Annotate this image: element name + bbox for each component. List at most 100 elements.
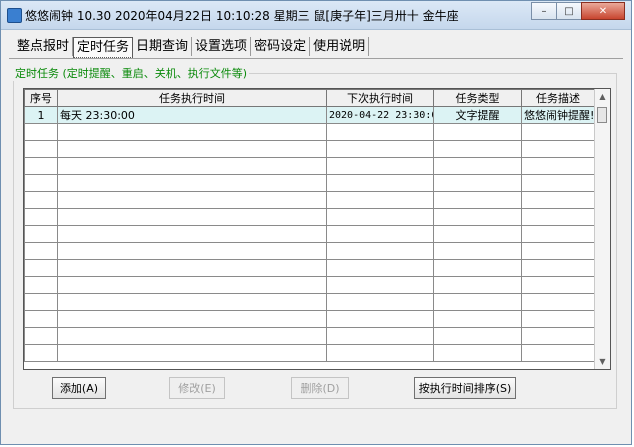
table-row[interactable] xyxy=(24,123,595,141)
cell-exec-time xyxy=(57,174,327,192)
tab-help[interactable]: 使用说明 xyxy=(310,37,370,56)
cell-next-time xyxy=(326,174,434,192)
scroll-down-icon[interactable]: ▼ xyxy=(595,354,610,369)
table-row[interactable] xyxy=(24,174,595,192)
cell-description xyxy=(521,310,595,328)
cell-next-time xyxy=(326,242,434,260)
cell-description xyxy=(521,276,595,294)
table-row[interactable] xyxy=(24,242,595,260)
cell-description xyxy=(521,208,595,226)
table-header-row: 序号 任务执行时间 下次执行时间 任务类型 任务描述 xyxy=(24,89,595,107)
cell-description xyxy=(521,140,595,158)
table-row[interactable]: 1 每天 23:30:00 2020-04-22 23:30:00 文字提醒 悠悠闹钟提… xyxy=(24,106,595,124)
cell-task-type xyxy=(433,157,522,175)
cell-exec-time xyxy=(57,327,327,345)
table-row[interactable] xyxy=(24,225,595,243)
close-button[interactable]: ✕ xyxy=(581,2,625,20)
cell-index xyxy=(24,327,58,345)
cell-index xyxy=(24,276,58,294)
table-row[interactable] xyxy=(24,293,595,311)
minimize-button[interactable]: – xyxy=(531,2,557,20)
cell-exec-time xyxy=(57,276,327,294)
table-row[interactable] xyxy=(24,140,595,158)
cell-exec-time xyxy=(57,191,327,209)
col-header-index[interactable]: 序号 xyxy=(24,89,58,107)
col-header-next-time[interactable]: 下次执行时间 xyxy=(326,89,434,107)
cell-task-type xyxy=(433,276,522,294)
tab-strip: 整点报时 定时任务 日期查询 设置选项 密码设定 使用说明 xyxy=(14,37,370,58)
table-row[interactable] xyxy=(24,310,595,328)
cell-description xyxy=(521,293,595,311)
cell-exec-time xyxy=(57,123,327,141)
cell-next-time xyxy=(326,344,434,362)
col-header-task-type[interactable]: 任务类型 xyxy=(433,89,522,107)
tab-password[interactable]: 密码设定 xyxy=(251,37,311,56)
cell-description xyxy=(521,242,595,260)
cell-index xyxy=(24,293,58,311)
cell-index xyxy=(24,310,58,328)
window-title: 悠悠闹钟 10.30 2020年04月22日 10:10:28 星期三 鼠[庚子… xyxy=(25,9,459,23)
cell-next-time xyxy=(326,276,434,294)
col-header-exec-time[interactable]: 任务执行时间 xyxy=(57,89,327,107)
cell-next-time xyxy=(326,310,434,328)
tab-scheduled-tasks[interactable]: 定时任务 xyxy=(73,37,134,58)
col-header-description[interactable]: 任务描述 xyxy=(521,89,595,107)
cell-exec-time xyxy=(57,344,327,362)
cell-task-type xyxy=(433,123,522,141)
cell-next-time xyxy=(326,191,434,209)
cell-task-type xyxy=(433,208,522,226)
cell-description xyxy=(521,174,595,192)
cell-description xyxy=(521,344,595,362)
table-row[interactable] xyxy=(24,208,595,226)
tab-hourly-chime[interactable]: 整点报时 xyxy=(14,37,74,56)
cell-task-type xyxy=(433,344,522,362)
sort-button[interactable]: 按执行时间排序(S) xyxy=(414,377,516,399)
scroll-up-icon[interactable]: ▲ xyxy=(595,89,610,104)
cell-next-time: 2020-04-22 23:30:00 xyxy=(326,106,434,124)
maximize-button[interactable]: □ xyxy=(556,2,582,20)
cell-task-type xyxy=(433,174,522,192)
cell-description xyxy=(521,191,595,209)
cell-description xyxy=(521,225,595,243)
title-bar[interactable]: 悠悠闹钟 10.30 2020年04月22日 10:10:28 星期三 鼠[庚子… xyxy=(1,1,631,30)
cell-next-time xyxy=(326,259,434,277)
cell-description xyxy=(521,259,595,277)
app-window: 悠悠闹钟 10.30 2020年04月22日 10:10:28 星期三 鼠[庚子… xyxy=(0,0,632,445)
table-row[interactable] xyxy=(24,344,595,362)
tab-divider xyxy=(9,58,623,59)
cell-next-time xyxy=(326,140,434,158)
cell-description xyxy=(521,123,595,141)
table-row[interactable] xyxy=(24,327,595,345)
table-row[interactable] xyxy=(24,191,595,209)
cell-task-type xyxy=(433,242,522,260)
add-button[interactable]: 添加(A) xyxy=(52,377,106,399)
cell-index xyxy=(24,259,58,277)
cell-exec-time xyxy=(57,140,327,158)
tab-date-query[interactable]: 日期查询 xyxy=(133,37,193,56)
task-list[interactable]: 序号 任务执行时间 下次执行时间 任务类型 任务描述 1 每天 23:30:00 2… xyxy=(23,88,611,370)
delete-button[interactable]: 删除(D) xyxy=(291,377,349,399)
vertical-scrollbar[interactable]: ▲ ▼ xyxy=(594,89,610,369)
cell-description xyxy=(521,157,595,175)
scroll-thumb[interactable] xyxy=(597,107,607,123)
cell-next-time xyxy=(326,157,434,175)
cell-index xyxy=(24,174,58,192)
cell-task-type xyxy=(433,327,522,345)
cell-exec-time xyxy=(57,293,327,311)
cell-exec-time xyxy=(57,157,327,175)
cell-exec-time xyxy=(57,242,327,260)
table-row[interactable] xyxy=(24,276,595,294)
edit-button[interactable]: 修改(E) xyxy=(169,377,225,399)
cell-description: 悠悠闹钟提醒! xyxy=(521,106,595,124)
cell-exec-time xyxy=(57,310,327,328)
cell-task-type xyxy=(433,259,522,277)
cell-next-time xyxy=(326,293,434,311)
table-row[interactable] xyxy=(24,157,595,175)
cell-index xyxy=(24,157,58,175)
tab-settings[interactable]: 设置选项 xyxy=(192,37,252,56)
table-row[interactable] xyxy=(24,259,595,277)
cell-task-type xyxy=(433,293,522,311)
cell-exec-time xyxy=(57,225,327,243)
cell-task-type xyxy=(433,140,522,158)
cell-next-time xyxy=(326,327,434,345)
